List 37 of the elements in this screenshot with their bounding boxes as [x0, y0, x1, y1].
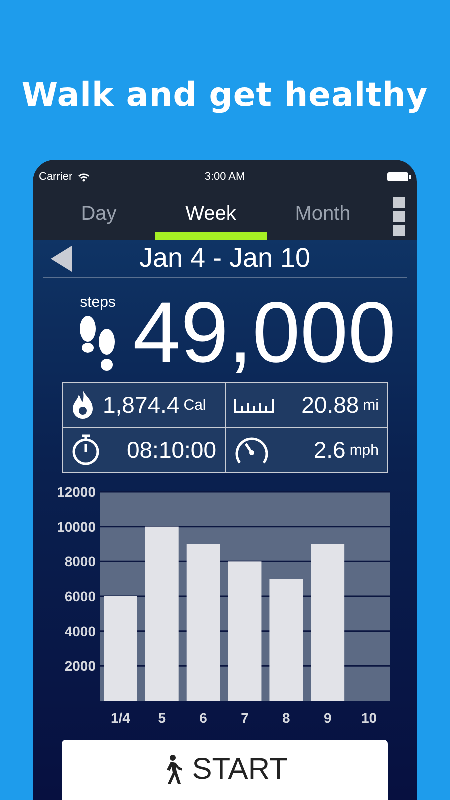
x-tick-label: 7: [241, 710, 249, 726]
back-arrow-icon[interactable]: [51, 246, 73, 272]
steps-label: steps: [80, 294, 116, 310]
x-tick-label: 5: [158, 710, 166, 726]
y-tick-label: 8000: [64, 554, 96, 570]
stat-value: 2.6: [314, 436, 346, 464]
start-button[interactable]: START: [62, 740, 388, 800]
y-tick-label: 4000: [64, 623, 96, 640]
flame-icon: [71, 390, 95, 420]
date-range: Jan 4 - Jan 10: [138, 243, 312, 274]
y-tick-label: 2000: [64, 658, 96, 674]
tab[interactable]: Day: [43, 194, 155, 240]
x-tick-label: 9: [324, 710, 332, 726]
menu-icon[interactable]: [393, 197, 405, 237]
y-tick-label: 12000: [57, 485, 96, 500]
y-tick-label: 10000: [57, 518, 96, 535]
stat-unit: Cal: [184, 396, 206, 414]
x-tick-label: 6: [200, 710, 208, 726]
wifi-icon: [78, 172, 90, 182]
stat-value: 08:10:00: [126, 436, 216, 464]
ruler-icon: [234, 397, 274, 413]
battery-icon: [387, 172, 411, 182]
stat-unit: mi: [363, 396, 379, 414]
y-tick-label: 6000: [64, 588, 96, 604]
carrier-label: Carrier: [39, 171, 73, 183]
stat-value: 20.88: [302, 392, 360, 418]
stopwatch-icon: [71, 434, 101, 466]
steps-count: 49,000: [133, 290, 396, 376]
headline: Walk and get healthy: [22, 74, 428, 116]
x-tick-label: 8: [282, 710, 290, 726]
x-tick-label: 1/4: [110, 710, 130, 726]
x-tick-label: 10: [362, 710, 378, 726]
stat-unit: mph: [350, 442, 379, 458]
tab[interactable]: Month: [267, 194, 379, 240]
status-time: 3:00 AM: [204, 171, 246, 183]
stat-value: 1,874.4: [103, 392, 180, 418]
speedometer-icon: [234, 435, 270, 465]
